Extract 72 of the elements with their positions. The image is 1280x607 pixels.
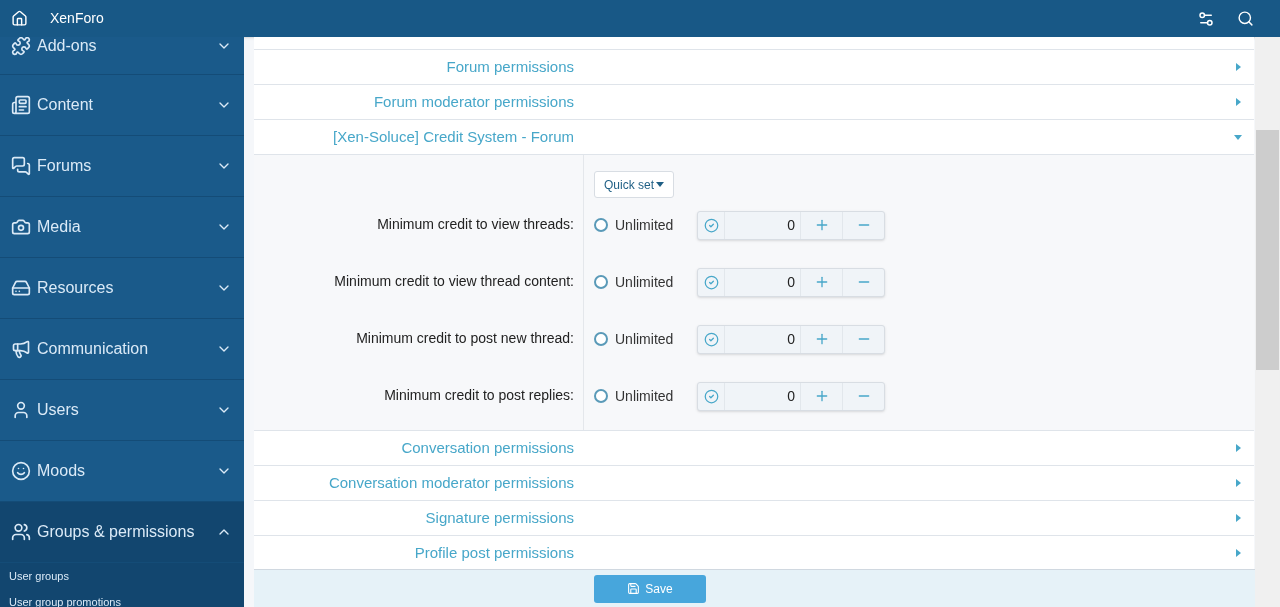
- caret-right-icon: [1234, 444, 1242, 452]
- scrollbar[interactable]: [1255, 37, 1280, 607]
- number-value: 0: [786, 386, 796, 406]
- users-icon: [10, 522, 32, 542]
- section-title: Profile post permissions: [413, 542, 574, 563]
- sidebar-item[interactable]: Content: [0, 75, 244, 136]
- number-value: 0: [786, 272, 796, 292]
- caret-right-icon: [1234, 98, 1242, 106]
- number-input[interactable]: 0: [697, 381, 885, 411]
- caret-down-icon: [656, 181, 664, 188]
- check-circle-icon[interactable]: [703, 274, 719, 290]
- settings-icon[interactable]: [1197, 9, 1215, 28]
- permission-label: Minimum credit to post replies:: [384, 386, 574, 405]
- scrollbar-thumb[interactable]: [1256, 130, 1279, 370]
- number-input[interactable]: 0: [697, 324, 885, 354]
- radio-label: Unlimited: [615, 329, 675, 349]
- sidebar-item[interactable]: Groups & permissions: [0, 502, 244, 563]
- section-title: Forum moderator permissions: [372, 91, 574, 112]
- check-circle-icon[interactable]: [703, 331, 719, 347]
- megaphone-icon: [10, 339, 32, 359]
- sidebar-label: Groups & permissions: [37, 522, 196, 542]
- sidebar-label: Resources: [37, 278, 115, 298]
- number-value: 0: [786, 329, 796, 349]
- section-title: Forum permissions: [445, 56, 574, 77]
- caret-right-icon: [1234, 549, 1242, 557]
- search-icon[interactable]: [1237, 10, 1254, 27]
- sidebar-label: Media: [37, 217, 82, 237]
- radio-label: Unlimited: [615, 386, 675, 406]
- section-title: [Xen-Soluce] Credit System - Forum: [332, 126, 574, 147]
- sidebar-item[interactable]: Users: [0, 380, 244, 441]
- sidebar-item[interactable]: Resources: [0, 258, 244, 319]
- sidebar-label: Add-ons: [37, 37, 98, 56]
- camera-icon: [10, 217, 32, 237]
- sidebar-label: Moods: [37, 461, 87, 481]
- caret-right-icon: [1234, 479, 1242, 487]
- caret-right-icon: [1234, 514, 1242, 522]
- radio-button[interactable]: [594, 275, 608, 289]
- caret-down-icon: [1234, 133, 1242, 141]
- check-circle-icon[interactable]: [703, 388, 719, 404]
- radio-label: Unlimited: [615, 272, 675, 292]
- section-title: Signature permissions: [424, 507, 574, 528]
- sidebar-item[interactable]: Media: [0, 197, 244, 258]
- quick-set-button[interactable]: Quick set: [594, 171, 674, 198]
- newspaper-icon: [10, 95, 32, 115]
- section-title: Conversation moderator permissions: [327, 472, 574, 493]
- puzzle-icon: [10, 37, 32, 56]
- sidebar-label: Users: [37, 400, 80, 420]
- caret-right-icon: [1234, 63, 1242, 71]
- check-circle-icon[interactable]: [703, 217, 719, 233]
- chat-bubbles-icon: [10, 156, 32, 176]
- radio-button[interactable]: [594, 218, 608, 232]
- permission-label: Minimum credit to post new thread:: [356, 329, 574, 348]
- sidebar-item[interactable]: Forums: [0, 136, 244, 197]
- number-input[interactable]: 0: [697, 210, 885, 240]
- permission-label: Minimum credit to view thread content:: [334, 272, 574, 291]
- sidebar-label: Communication: [37, 339, 150, 359]
- sidebar-label: Content: [37, 95, 95, 115]
- smiley-icon: [10, 461, 32, 481]
- drive-icon: [10, 278, 32, 298]
- site-title[interactable]: XenForo: [50, 8, 104, 29]
- sidebar-item[interactable]: Communication: [0, 319, 244, 380]
- radio-button[interactable]: [594, 389, 608, 403]
- number-value: 0: [786, 215, 796, 235]
- section-title: Conversation permissions: [400, 437, 574, 458]
- number-input[interactable]: 0: [697, 267, 885, 297]
- permission-label: Minimum credit to view threads:: [377, 215, 574, 234]
- sidebar-subitem[interactable]: User groups: [0, 563, 244, 589]
- radio-label: Unlimited: [615, 215, 675, 235]
- home-icon[interactable]: [11, 10, 28, 27]
- sidebar-label: Forums: [37, 156, 93, 176]
- radio-button[interactable]: [594, 332, 608, 346]
- sidebar-item[interactable]: Add-ons: [0, 37, 244, 75]
